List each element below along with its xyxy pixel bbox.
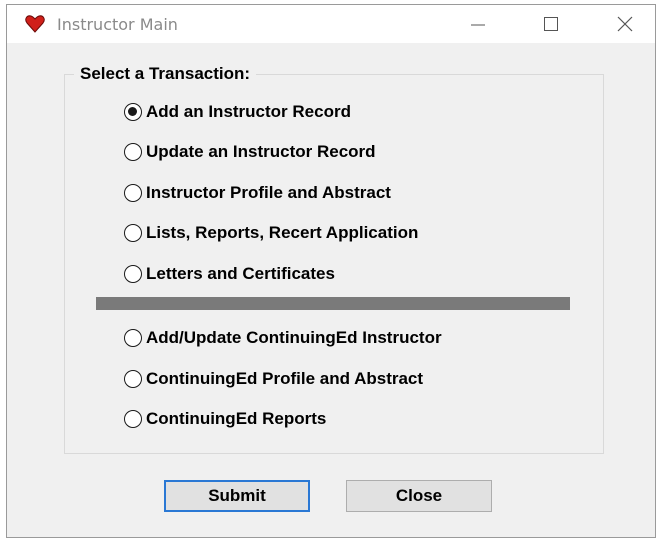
- radio-add-instructor-record[interactable]: Add an Instructor Record: [124, 100, 351, 124]
- radio-update-instructor-record[interactable]: Update an Instructor Record: [124, 140, 376, 164]
- radio-button[interactable]: [124, 184, 142, 202]
- radio-letters-certificates[interactable]: Letters and Certificates: [124, 262, 335, 286]
- radio-button[interactable]: [124, 224, 142, 242]
- title-bar[interactable]: Instructor Main: [7, 5, 655, 43]
- close-window-button[interactable]: [601, 5, 649, 43]
- radio-continuinged-reports[interactable]: ContinuingEd Reports: [124, 407, 326, 431]
- minimize-button[interactable]: [454, 5, 502, 43]
- radio-button[interactable]: [124, 329, 142, 347]
- close-icon: [617, 16, 633, 32]
- radio-button[interactable]: [124, 265, 142, 283]
- radio-button[interactable]: [124, 410, 142, 428]
- radio-label: Add an Instructor Record: [146, 102, 351, 121]
- radio-label: Add/Update ContinuingEd Instructor: [146, 328, 442, 347]
- radio-instructor-profile-abstract[interactable]: Instructor Profile and Abstract: [124, 181, 391, 205]
- submit-button[interactable]: Submit: [164, 480, 310, 512]
- radio-button[interactable]: [124, 143, 142, 161]
- radio-label: ContinuingEd Profile and Abstract: [146, 369, 424, 388]
- radio-add-update-continuinged[interactable]: Add/Update ContinuingEd Instructor: [124, 326, 442, 350]
- close-button[interactable]: Close: [346, 480, 492, 512]
- radio-label: Update an Instructor Record: [146, 142, 376, 161]
- radio-label: ContinuingEd Reports: [146, 409, 327, 428]
- heart-icon: [25, 15, 45, 33]
- radio-label: Instructor Profile and Abstract: [146, 183, 391, 202]
- radio-lists-reports-recert[interactable]: Lists, Reports, Recert Application: [124, 221, 418, 245]
- radio-button[interactable]: [124, 103, 142, 121]
- minimize-icon: [471, 24, 485, 26]
- maximize-button[interactable]: [527, 5, 575, 43]
- radio-continuinged-profile-abstract[interactable]: ContinuingEd Profile and Abstract: [124, 367, 423, 391]
- separator-bar: [96, 297, 570, 310]
- groupbox-legend: Select a Transaction:: [74, 64, 257, 84]
- radio-label: Letters and Certificates: [146, 264, 335, 283]
- radio-button[interactable]: [124, 370, 142, 388]
- maximize-icon: [544, 17, 558, 31]
- window-title: Instructor Main: [57, 15, 178, 34]
- radio-label: Lists, Reports, Recert Application: [146, 223, 419, 242]
